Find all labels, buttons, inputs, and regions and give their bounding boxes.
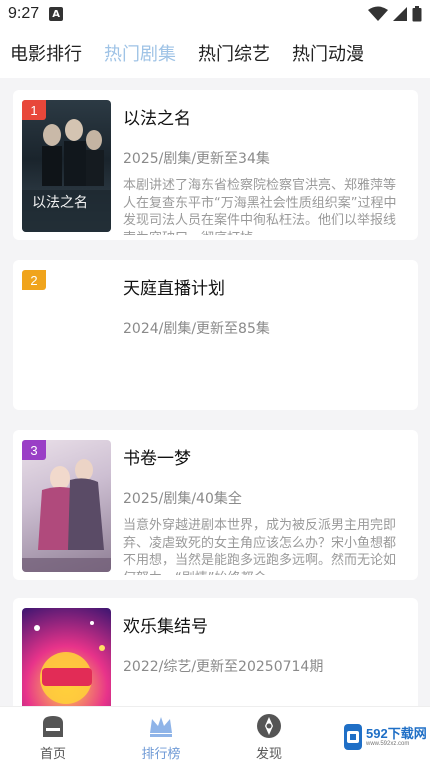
item-meta: 2022/综艺/更新至20250714期 bbox=[123, 659, 324, 675]
tab-hot-variety[interactable]: 热门综艺 bbox=[198, 40, 270, 66]
item-description: 本剧讲述了海东省检察院检察官洪亮、郑雅萍等人在复查东平市“万海黑社会性质组织案”… bbox=[123, 178, 397, 235]
watermark-text: 592下载网 bbox=[366, 726, 427, 741]
watermark: 592下载网 www.592xz.com bbox=[344, 722, 427, 752]
rank-badge: 3 bbox=[22, 440, 46, 460]
crown-icon bbox=[150, 717, 172, 737]
item-title: 书卷一梦 bbox=[123, 449, 191, 469]
nav-home-label: 首页 bbox=[39, 747, 66, 762]
nav-home[interactable]: 首页 bbox=[18, 713, 88, 762]
item-title: 以法之名 bbox=[123, 109, 191, 129]
notification-a-icon: A bbox=[49, 7, 64, 21]
tab-hot-anime[interactable]: 热门动漫 bbox=[292, 40, 364, 66]
nav-ranking[interactable]: 排行榜 bbox=[126, 713, 196, 762]
home-icon bbox=[43, 716, 63, 737]
list-item[interactable]: 欢乐集结号 2022/综艺/更新至20250714期 bbox=[13, 598, 418, 706]
list-item[interactable]: 以法之名 1 以法之名 2025/剧集/更新至34集 本剧讲述了海东省检察院检察… bbox=[13, 90, 418, 240]
rank-badge: 1 bbox=[22, 100, 46, 120]
wifi-icon bbox=[368, 6, 388, 21]
poster-image bbox=[22, 608, 111, 706]
watermark-logo-icon bbox=[344, 724, 362, 750]
cellular-signal-icon bbox=[393, 7, 407, 21]
tab-hot-series[interactable]: 热门剧集 bbox=[104, 40, 176, 66]
nav-discover[interactable]: 发现 bbox=[234, 713, 304, 762]
status-bar: 9:27 A bbox=[0, 0, 430, 28]
item-meta: 2025/剧集/更新至34集 bbox=[123, 151, 270, 167]
item-meta: 2025/剧集/40集全 bbox=[123, 491, 242, 507]
compass-icon bbox=[257, 714, 281, 738]
rank-badge: 2 bbox=[22, 270, 46, 290]
list-item[interactable]: 2 天庭直播计划 2024/剧集/更新至85集 aaa bbox=[13, 260, 418, 584]
poster-decoration bbox=[34, 621, 105, 704]
nav-discover-label: 发现 bbox=[255, 747, 282, 762]
status-time: 9:27 bbox=[8, 5, 40, 22]
status-icons bbox=[368, 6, 422, 22]
ranking-list: 以法之名 1 以法之名 2025/剧集/更新至34集 本剧讲述了海东省检察院检察… bbox=[0, 78, 430, 706]
list-item[interactable]: 3 书卷一梦 2025/剧集/40集全 当意外穿越进剧本世界，成为被反派男主用完… bbox=[13, 430, 418, 580]
poster-title-text: 以法之名 bbox=[32, 195, 88, 211]
tab-movie-ranking[interactable]: 电影排行 bbox=[10, 40, 82, 66]
item-description: 当意外穿越进剧本世界，成为被反派男主用完即弃、凌虐致死的女主角应该怎么办？宋小鱼… bbox=[123, 518, 397, 575]
item-title: 天庭直播计划 bbox=[123, 279, 225, 299]
item-title: 欢乐集结号 bbox=[123, 617, 208, 637]
nav-ranking-label: 排行榜 bbox=[141, 747, 181, 762]
category-tabs: 电影排行 热门剧集 热门综艺 热门动漫 bbox=[0, 28, 430, 78]
battery-icon bbox=[412, 6, 422, 22]
watermark-url: www.592xz.com bbox=[366, 741, 410, 747]
item-meta: 2024/剧集/更新至85集 bbox=[123, 321, 270, 337]
